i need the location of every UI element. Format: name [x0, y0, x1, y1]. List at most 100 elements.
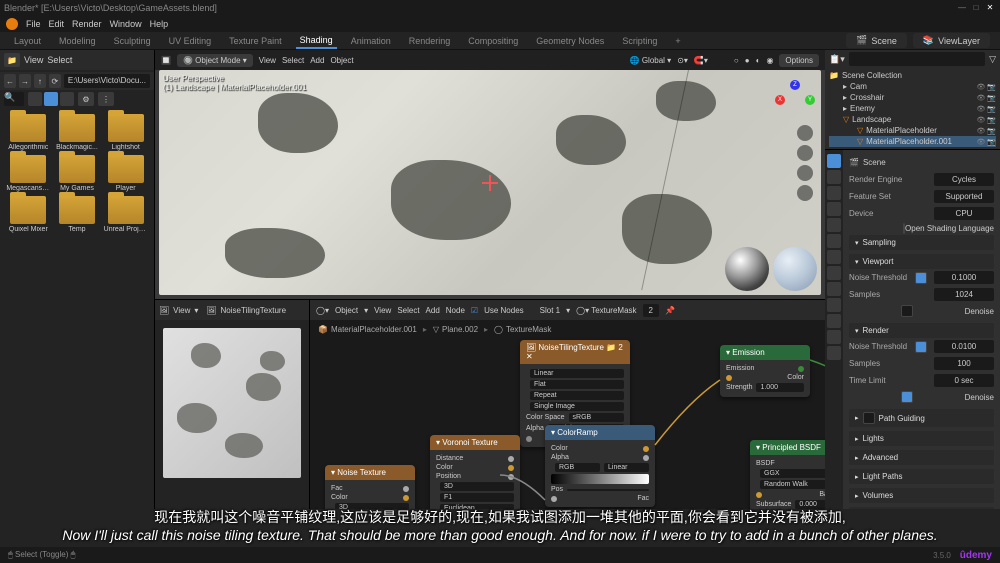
nav-persp-icon[interactable]: [797, 185, 813, 201]
ws-shading[interactable]: Shading: [296, 33, 337, 49]
r-noise-thresh[interactable]: 0.0100: [934, 340, 994, 353]
ptab-constraint[interactable]: [827, 298, 841, 312]
vp-snap-icon[interactable]: 🧲▾: [694, 56, 708, 65]
node-colorramp[interactable]: ▾ ColorRamp Color Alpha RGBLinear Pos Fa…: [545, 425, 655, 507]
colorramp-gradient[interactable]: [551, 474, 649, 484]
ptab-object[interactable]: [827, 234, 841, 248]
node-colorramp-header[interactable]: ▾ ColorRamp: [545, 425, 655, 440]
sec-render[interactable]: Render: [849, 323, 994, 338]
folder-item[interactable]: Blackmagic...: [55, 114, 100, 151]
r-time-limit[interactable]: 0 sec: [934, 374, 994, 387]
ie-image-name[interactable]: NoiseTilingTexture: [221, 306, 287, 315]
folder-item[interactable]: Megascans L...: [6, 155, 51, 192]
vp-mode-selector[interactable]: 🔘 Object Mode ▾: [177, 54, 253, 67]
ne-type-icon[interactable]: ◯▾: [316, 306, 329, 315]
ne-node-menu[interactable]: Node: [446, 306, 465, 315]
ws-uvediting[interactable]: UV Editing: [165, 34, 216, 48]
vp-shading-wire[interactable]: ○: [734, 56, 739, 65]
menu-window[interactable]: Window: [110, 19, 142, 29]
outliner-item[interactable]: ▽ MaterialPlaceholder.001👁 📷: [829, 136, 996, 147]
node-voronoi[interactable]: ▾ Voronoi Texture Distance Color Positio…: [430, 435, 520, 509]
fb-view-list[interactable]: [28, 92, 42, 106]
viewport-terrain[interactable]: [159, 70, 821, 295]
ie-type-icon[interactable]: 🖼: [159, 306, 169, 315]
nav-zoom-icon[interactable]: [797, 125, 813, 141]
node-bsdf-header[interactable]: ▾ Principled BSDF: [750, 440, 825, 455]
ptab-scene[interactable]: [827, 202, 841, 216]
vp-noise-thresh[interactable]: 0.1000: [934, 271, 994, 284]
viewlayer-selector[interactable]: 📚 ViewLayer: [913, 33, 990, 48]
bc-obj[interactable]: 📦 MaterialPlaceholder.001: [318, 325, 417, 334]
fb-search-input[interactable]: 🔍: [4, 92, 24, 106]
folder-item[interactable]: Unreal Projects: [103, 196, 148, 233]
axis-z-icon[interactable]: Z: [790, 80, 800, 90]
ptab-texture[interactable]: [827, 346, 841, 360]
ptab-data[interactable]: [827, 314, 841, 328]
outliner-item[interactable]: ▸ Cam👁 📷: [829, 81, 996, 92]
feature-set-select[interactable]: Supported: [934, 190, 994, 203]
vp-menu-view[interactable]: View: [259, 56, 276, 65]
ws-geonodes[interactable]: Geometry Nodes: [532, 34, 608, 48]
vp-editor-icon[interactable]: 🔲: [161, 56, 171, 65]
ne-add-menu[interactable]: Add: [426, 306, 440, 315]
ws-add[interactable]: +: [671, 34, 684, 48]
ws-modeling[interactable]: Modeling: [55, 34, 100, 48]
ptab-material[interactable]: [827, 330, 841, 344]
ws-rendering[interactable]: Rendering: [405, 34, 455, 48]
bc-mat[interactable]: ◯ TextureMask: [494, 325, 551, 334]
ne-view-menu[interactable]: View: [374, 306, 391, 315]
folder-item[interactable]: Allegorithmic: [6, 114, 51, 151]
fb-filter-button[interactable]: ⚙: [78, 92, 94, 106]
vp-menu-object[interactable]: Object: [330, 56, 353, 65]
close-button[interactable]: ✕: [984, 2, 996, 14]
ptab-modifier[interactable]: [827, 250, 841, 264]
fb-view-grid[interactable]: [44, 92, 58, 106]
ie-view-menu[interactable]: View: [173, 306, 190, 315]
blender-logo-icon[interactable]: [6, 18, 18, 30]
ne-slot[interactable]: Slot 1: [540, 306, 560, 315]
outliner-item[interactable]: ▽ Landscape👁 📷: [829, 114, 996, 125]
ne-use-nodes[interactable]: Use Nodes: [484, 306, 524, 315]
3d-viewport[interactable]: 🔲 🔘 Object Mode ▾ View Select Add Object…: [155, 50, 825, 300]
node-imgtex-header[interactable]: 🖼 NoiseTilingTexture 📁 2 ✕: [520, 340, 630, 364]
ne-select-menu[interactable]: Select: [397, 306, 419, 315]
folder-item[interactable]: My Games: [55, 155, 100, 192]
ptab-output[interactable]: [827, 170, 841, 184]
vp-denoise-check[interactable]: [901, 305, 913, 317]
sec-lights[interactable]: Lights: [849, 431, 994, 446]
outliner-item[interactable]: ▽ MaterialPlaceholder👁 📷: [829, 125, 996, 136]
menu-file[interactable]: File: [26, 19, 41, 29]
fb-path-field[interactable]: E:\Users\Victo\Docu...: [64, 74, 150, 88]
sec-sampling[interactable]: Sampling: [849, 235, 994, 250]
render-engine-select[interactable]: Cycles: [934, 173, 994, 186]
sec-lightpaths[interactable]: Light Paths: [849, 469, 994, 484]
menu-edit[interactable]: Edit: [49, 19, 65, 29]
vp-shading-rendered[interactable]: ◉: [766, 56, 773, 65]
prop-context[interactable]: Scene: [863, 158, 886, 167]
folder-item[interactable]: Temp: [55, 196, 100, 233]
maximize-button[interactable]: □: [970, 2, 982, 14]
r-samples[interactable]: 100: [934, 357, 994, 370]
bc-mesh[interactable]: ▽ Plane.002: [433, 325, 478, 334]
ne-material[interactable]: TextureMask: [591, 306, 636, 315]
node-noise-header[interactable]: ▾ Noise Texture: [325, 465, 415, 480]
fb-back-button[interactable]: ←: [4, 74, 16, 88]
fb-refresh-button[interactable]: ⟳: [49, 74, 61, 88]
folder-item[interactable]: Lightshot: [103, 114, 148, 151]
node-emission-header[interactable]: ▾ Emission: [720, 345, 810, 360]
ptab-particle[interactable]: [827, 266, 841, 280]
vp-options[interactable]: Options: [779, 54, 819, 67]
device-select[interactable]: CPU: [934, 207, 994, 220]
node-noise[interactable]: ▾ Noise Texture Fac Color 3D Scale5.250 …: [325, 465, 415, 509]
menu-help[interactable]: Help: [150, 19, 169, 29]
ol-scene-collection[interactable]: 📁 Scene Collection: [829, 70, 996, 81]
node-emission[interactable]: ▾ Emission Emission Color Strength1.000: [720, 345, 810, 397]
outliner-item[interactable]: ▸ Crosshair👁 📷: [829, 92, 996, 103]
ptab-render[interactable]: [827, 154, 841, 168]
ws-texturepaint[interactable]: Texture Paint: [225, 34, 286, 48]
node-voronoi-header[interactable]: ▾ Voronoi Texture: [430, 435, 520, 450]
ws-layout[interactable]: Layout: [10, 34, 45, 48]
ol-type-icon[interactable]: 📋▾: [829, 54, 845, 65]
vp-orientation[interactable]: Global: [642, 56, 665, 65]
folder-item[interactable]: Player: [103, 155, 148, 192]
